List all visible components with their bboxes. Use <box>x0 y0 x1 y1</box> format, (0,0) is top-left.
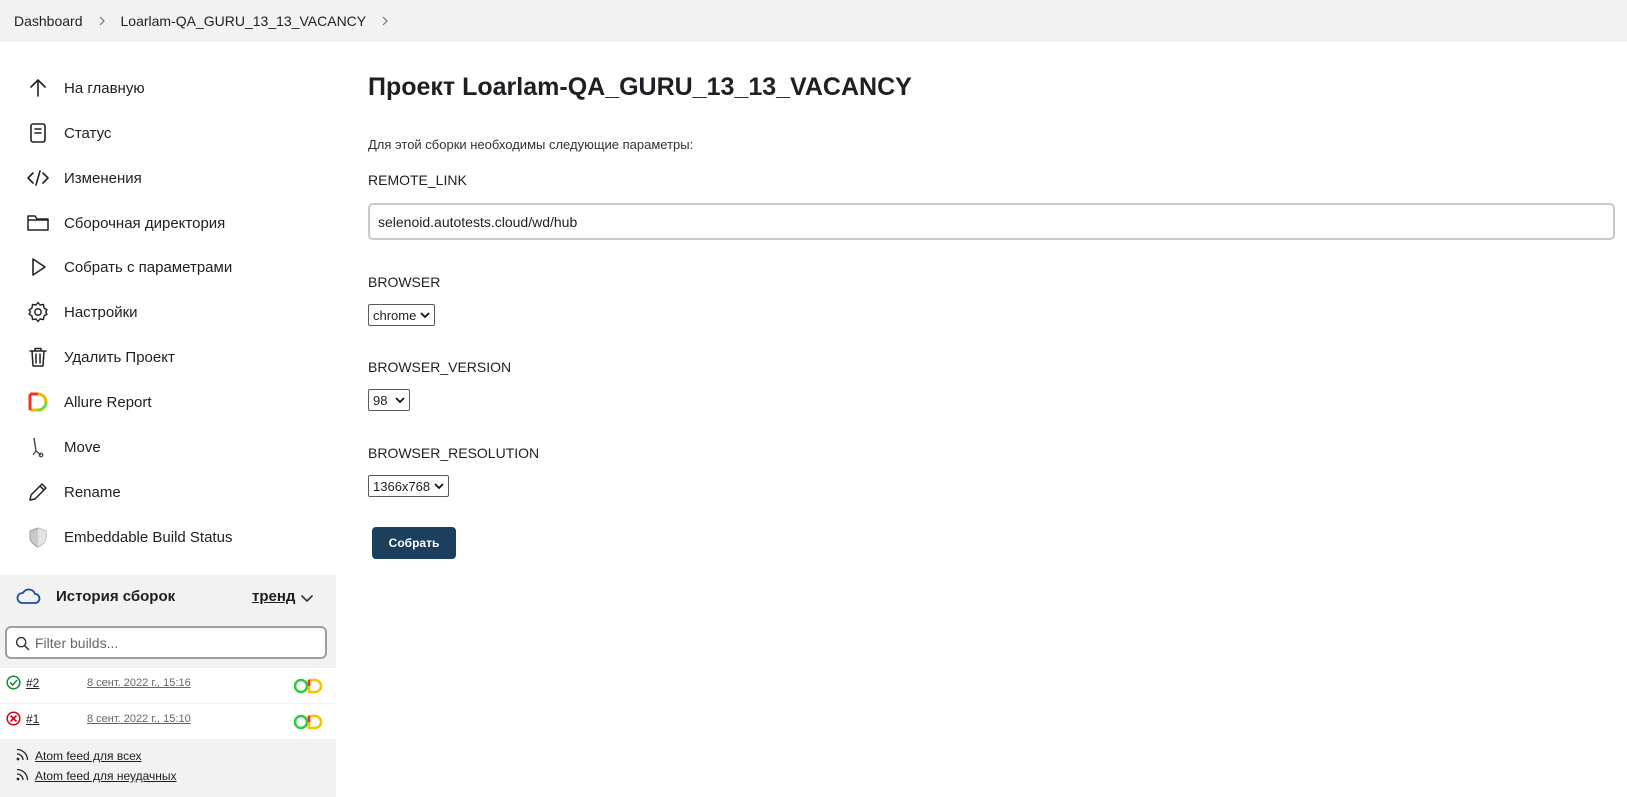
build-history-panel: История сборок тренд #2 8 сент. 2022 г.,… <box>0 575 336 797</box>
build-number-link[interactable]: #1 <box>26 712 39 726</box>
move-icon <box>26 435 50 459</box>
filter-builds-field <box>5 626 327 659</box>
sidebar-item-label: Изменения <box>64 169 142 187</box>
params-description: Для этой сборки необходимы следующие пар… <box>368 137 694 152</box>
chevron-right-icon[interactable] <box>83 0 121 42</box>
rss-icon <box>16 768 29 784</box>
remote-link-input[interactable] <box>368 203 1615 240</box>
atom-feed-all: Atom feed для всех <box>16 748 142 764</box>
pencil-icon <box>26 480 50 504</box>
sidebar-item-workspace[interactable]: Сборочная директория <box>26 205 225 241</box>
sidebar-item-label: Rename <box>64 483 121 501</box>
filter-builds-input[interactable] <box>35 634 315 651</box>
sidebar-item-allure-report[interactable]: Allure Report <box>26 384 152 420</box>
page-title: Проект Loarlam-QA_GURU_13_13_VACANCY <box>368 73 912 101</box>
chevron-down-icon <box>395 396 406 404</box>
sidebar-item-home[interactable]: На главную <box>26 70 145 106</box>
build-date-link[interactable]: 8 сент. 2022 г., 15:16 <box>87 677 191 689</box>
failed-icon <box>6 711 21 729</box>
build-history-header: История сборок тренд <box>0 575 336 617</box>
browser-version-label: BROWSER_VERSION <box>368 359 512 375</box>
browser-resolution-select-value: 1366x768 <box>373 478 431 494</box>
sidebar-item-label: Сборочная директория <box>64 214 226 232</box>
arrow-up-icon <box>26 76 50 100</box>
sidebar-item-build-with-params[interactable]: Собрать с параметрами <box>26 249 232 285</box>
sidebar-item-label: Статус <box>64 124 112 142</box>
atom-feed-failed-link[interactable]: Atom feed для неудачных <box>35 769 177 783</box>
trend-link[interactable]: тренд <box>252 588 295 605</box>
build-button[interactable]: Собрать <box>372 527 456 559</box>
sidebar-item-label: Собрать с параметрами <box>64 258 233 276</box>
browser-select-value: chrome <box>373 307 417 323</box>
browser-select[interactable]: chrome <box>368 304 436 326</box>
sidebar-item-status[interactable]: Статус <box>26 115 111 151</box>
sidebar-item-embeddable-build-status[interactable]: Embeddable Build Status <box>26 519 232 555</box>
allure-icon <box>26 390 50 414</box>
sidebar-item-label: Embeddable Build Status <box>64 528 233 546</box>
browser-version-select[interactable]: 98 <box>368 389 411 411</box>
atom-feed-all-link[interactable]: Atom feed для всех <box>35 749 142 763</box>
trash-icon <box>26 345 50 369</box>
atom-feed-failed: Atom feed для неудачных <box>16 768 177 784</box>
breadcrumb-dashboard[interactable]: Dashboard <box>14 13 83 29</box>
browser-resolution-label: BROWSER_RESOLUTION <box>368 445 540 461</box>
cloud-icon <box>15 585 41 610</box>
sidebar-item-settings[interactable]: Настройки <box>26 294 138 330</box>
sidebar-item-label: Allure Report <box>64 393 152 411</box>
breadcrumb: Dashboard Loarlam-QA_GURU_13_13_VACANCY <box>0 0 1627 42</box>
sidebar-item-label: На главную <box>64 79 145 97</box>
sidebar-item-label: Настройки <box>64 303 138 321</box>
document-icon <box>26 121 50 145</box>
browser-resolution-select[interactable]: 1366x768 <box>368 475 450 497</box>
gear-icon <box>26 300 50 324</box>
allure-icon[interactable] <box>293 714 323 733</box>
search-icon <box>15 636 30 654</box>
success-icon <box>6 675 21 693</box>
build-date-link[interactable]: 8 сент. 2022 г., 15:10 <box>87 713 191 725</box>
remote-link-label: REMOTE_LINK <box>368 172 467 188</box>
allure-icon[interactable] <box>293 678 323 697</box>
shield-icon <box>26 525 50 549</box>
breadcrumb-project[interactable]: Loarlam-QA_GURU_13_13_VACANCY <box>121 13 367 29</box>
folder-icon <box>26 211 50 235</box>
browser-version-select-value: 98 <box>373 392 388 408</box>
sidebar-item-label: Удалить Проект <box>64 348 175 366</box>
build-history-title: История сборок <box>56 588 176 605</box>
sidebar-item-label: Move <box>64 438 101 456</box>
sidebar-item-rename[interactable]: Rename <box>26 474 121 510</box>
chevron-down-icon[interactable] <box>296 587 318 609</box>
code-icon <box>26 166 50 190</box>
browser-label: BROWSER <box>368 274 441 290</box>
sidebar-item-delete[interactable]: Удалить Проект <box>26 339 175 375</box>
build-row: #2 8 сент. 2022 г., 15:16 <box>0 668 336 703</box>
sidebar-item-move[interactable]: Move <box>26 429 101 465</box>
chevron-down-icon <box>420 311 430 319</box>
chevron-down-icon <box>434 482 444 490</box>
build-row: #1 8 сент. 2022 г., 15:10 <box>0 704 336 739</box>
rss-icon <box>16 748 29 764</box>
build-number-link[interactable]: #2 <box>26 676 39 690</box>
play-icon <box>26 255 50 279</box>
sidebar-item-changes[interactable]: Изменения <box>26 160 142 196</box>
chevron-right-icon[interactable] <box>366 0 404 42</box>
